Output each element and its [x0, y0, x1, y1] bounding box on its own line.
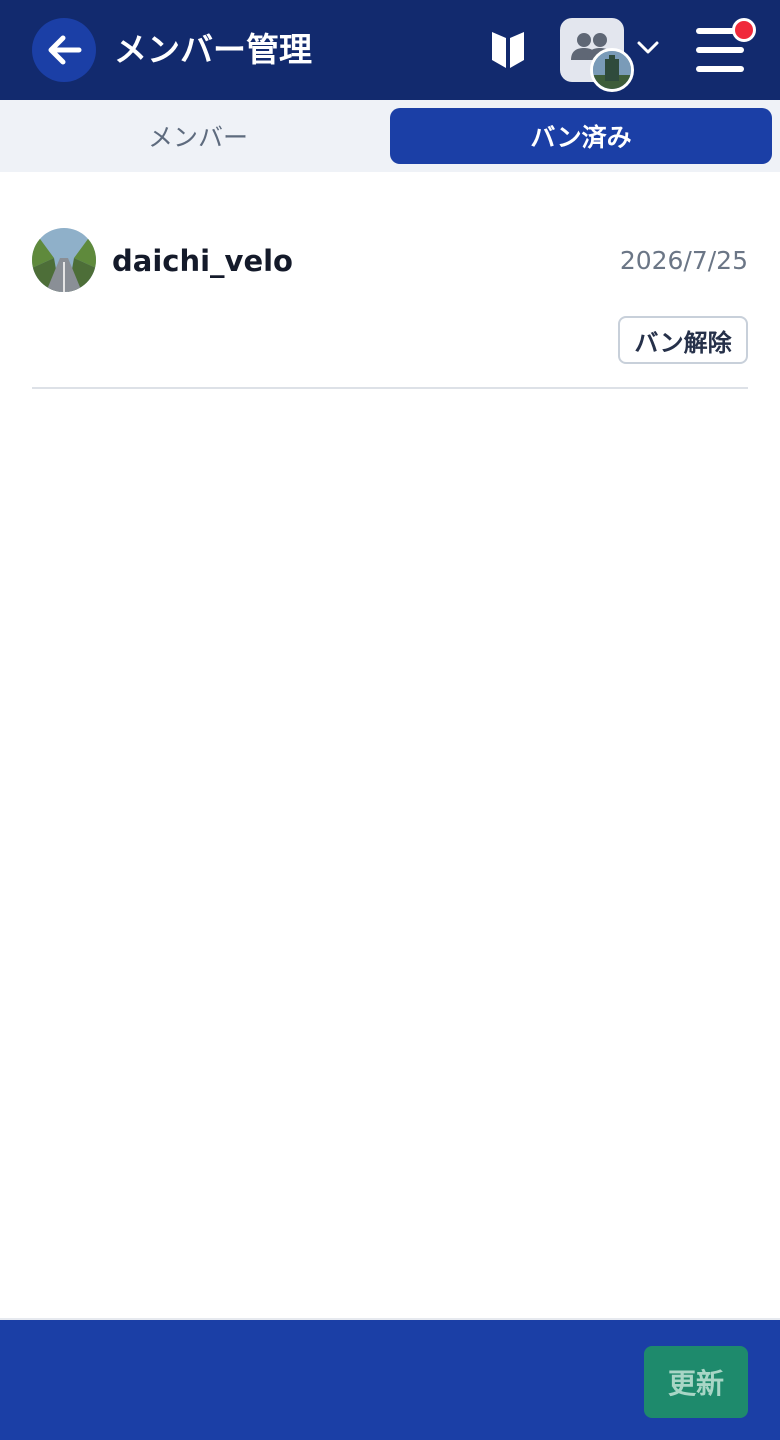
beginner-mark-icon[interactable] — [488, 28, 528, 72]
tab-banned[interactable]: バン済み — [390, 108, 772, 164]
bottom-bar: 更新 — [0, 1318, 780, 1440]
avatar-photo — [32, 228, 96, 292]
app-screen: メンバー管理 メンバー バン済み daichi_velo 2026/7/25 バ… — [0, 0, 780, 1440]
avatar — [32, 228, 96, 292]
group-photo — [593, 51, 631, 89]
username: daichi_velo — [112, 244, 293, 278]
page-title: メンバー管理 — [114, 30, 312, 69]
chevron-down-icon[interactable] — [636, 40, 660, 56]
unban-button[interactable]: バン解除 — [618, 316, 748, 364]
tab-members[interactable]: メンバー — [8, 108, 388, 164]
refresh-button[interactable]: 更新 — [644, 1346, 748, 1418]
ban-date: 2026/7/25 — [619, 246, 748, 275]
list-item: daichi_velo 2026/7/25 バン解除 — [32, 196, 748, 389]
back-button[interactable] — [32, 18, 96, 82]
group-avatar — [590, 48, 634, 92]
tab-bar: メンバー バン済み — [0, 100, 780, 172]
arrow-left-icon — [48, 35, 82, 65]
notification-badge — [732, 18, 756, 42]
group-switcher-button[interactable] — [560, 18, 634, 92]
top-app-bar: メンバー管理 — [0, 0, 780, 100]
